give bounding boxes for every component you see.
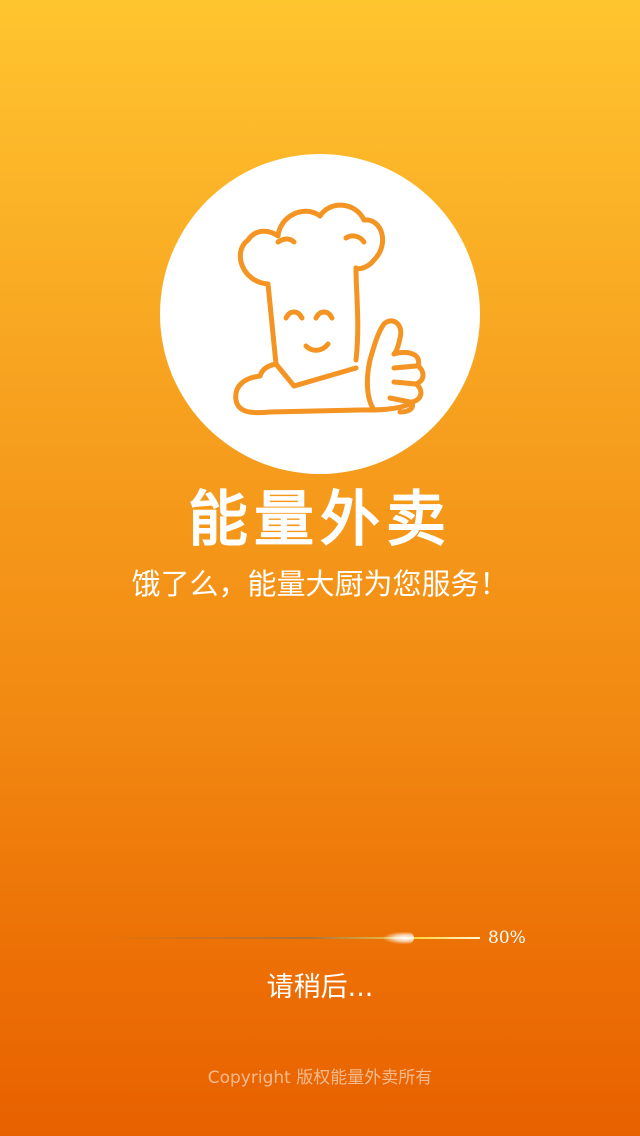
app-logo bbox=[160, 154, 480, 474]
slogan-text: 饿了么，能量大厨为您服务！ bbox=[131, 567, 509, 601]
copyright-text: Copyright 版权能量外卖所有 bbox=[207, 1068, 433, 1088]
progress-indicator-glow bbox=[384, 932, 414, 944]
progress-percentage: 80% bbox=[488, 928, 526, 948]
app-name: 能量外卖 bbox=[188, 485, 452, 555]
progress-track bbox=[100, 937, 480, 939]
loading-progress-bar: 80% bbox=[100, 924, 540, 954]
loading-message: 请稍后... bbox=[266, 972, 374, 1003]
chef-thumbs-up-icon bbox=[233, 202, 426, 416]
